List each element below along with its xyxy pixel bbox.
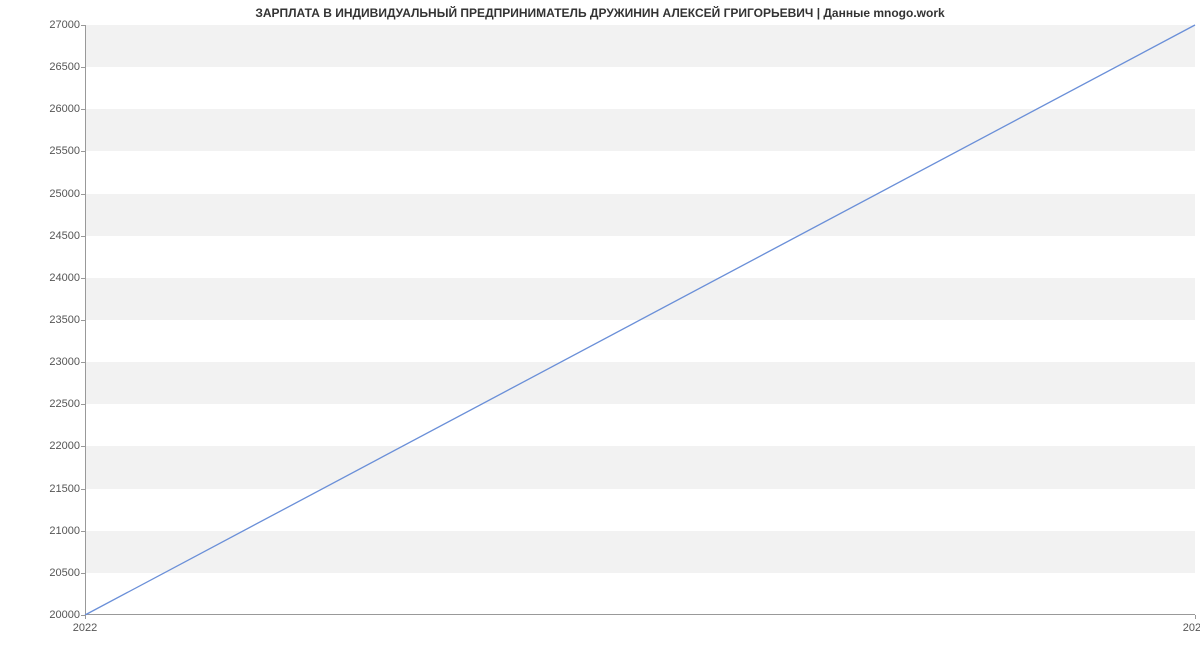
y-tick-label: 22000 xyxy=(10,440,80,452)
y-tick-label: 23500 xyxy=(10,314,80,326)
y-tick-label: 22500 xyxy=(10,398,80,410)
y-tick-label: 25500 xyxy=(10,145,80,157)
data-line xyxy=(85,25,1195,615)
y-tick-label: 27000 xyxy=(10,19,80,31)
line-layer xyxy=(85,25,1195,615)
y-tick-label: 20000 xyxy=(10,609,80,621)
chart-title: ЗАРПЛАТА В ИНДИВИДУАЛЬНЫЙ ПРЕДПРИНИМАТЕЛ… xyxy=(0,6,1200,20)
y-tick-label: 25000 xyxy=(10,188,80,200)
plot-area xyxy=(85,25,1195,615)
x-tick-label: 2022 xyxy=(73,622,97,634)
y-tick-label: 21000 xyxy=(10,525,80,537)
y-tick-label: 21500 xyxy=(10,483,80,495)
x-tick xyxy=(85,615,86,619)
y-tick-label: 26500 xyxy=(10,61,80,73)
y-tick-label: 26000 xyxy=(10,103,80,115)
chart-container: ЗАРПЛАТА В ИНДИВИДУАЛЬНЫЙ ПРЕДПРИНИМАТЕЛ… xyxy=(0,0,1200,650)
x-tick-label: 2024 xyxy=(1183,622,1200,634)
y-tick-label: 23000 xyxy=(10,356,80,368)
x-tick xyxy=(1195,615,1196,619)
y-tick-label: 24000 xyxy=(10,272,80,284)
y-tick-label: 20500 xyxy=(10,567,80,579)
y-tick-label: 24500 xyxy=(10,230,80,242)
